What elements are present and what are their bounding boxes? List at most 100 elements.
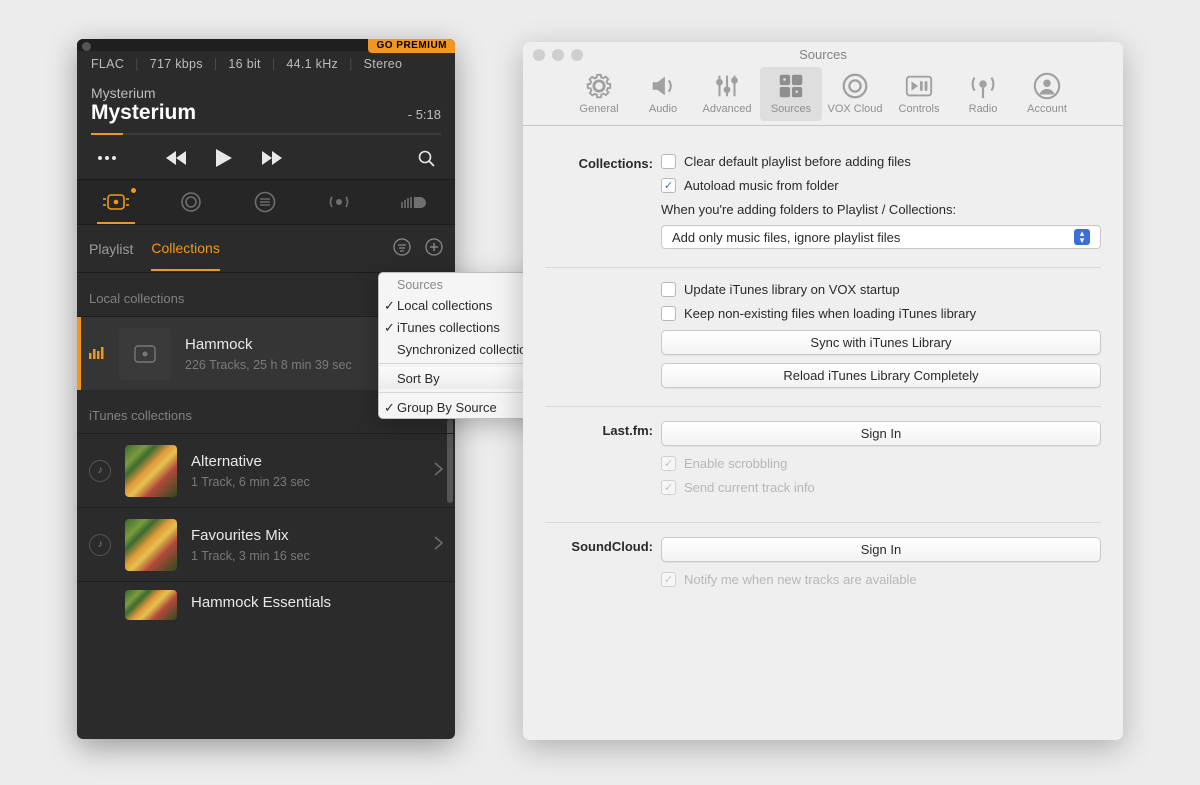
checkbox-keep-nonexisting[interactable]: Keep non-existing files when loading iTu… bbox=[661, 306, 1101, 321]
section-lastfm-label: Last.fm: bbox=[545, 421, 661, 504]
source-tab-queue-icon[interactable] bbox=[248, 180, 282, 224]
chevron-right-icon bbox=[434, 536, 443, 553]
checkbox-label: Send current track info bbox=[684, 480, 815, 495]
progress-fill bbox=[91, 133, 123, 135]
checkbox-icon: ✓ bbox=[661, 178, 676, 193]
player-titlebar[interactable]: GO PREMIUM bbox=[77, 39, 455, 51]
checkbox-label: Notify me when new tracks are available bbox=[684, 572, 917, 587]
tab-label: Account bbox=[1027, 103, 1067, 115]
checkbox-icon: ✓ bbox=[661, 572, 676, 587]
checkbox-label: Clear default playlist before adding fil… bbox=[684, 154, 911, 169]
helper-text: When you're adding folders to Playlist /… bbox=[661, 202, 1101, 217]
select-stepper-icon: ▴▾ bbox=[1074, 229, 1090, 245]
checkbox-label: Enable scrobbling bbox=[684, 456, 787, 471]
source-tab-radio-icon[interactable] bbox=[322, 180, 356, 224]
close-dot-icon[interactable] bbox=[82, 42, 91, 51]
tab-label: Controls bbox=[899, 103, 940, 115]
tab-collections[interactable]: Collections bbox=[151, 227, 219, 271]
checkbox-clear-default[interactable]: Clear default playlist before adding fil… bbox=[661, 154, 1101, 169]
artist-label: Mysterium bbox=[91, 85, 441, 101]
audio-meta-row: FLAC| 717 kbps| 16 bit| 44.1 kHz| Stereo bbox=[77, 51, 455, 71]
chevron-right-icon bbox=[434, 462, 443, 479]
soundcloud-signin-button[interactable]: Sign In bbox=[661, 537, 1101, 562]
samplerate-label: 44.1 kHz bbox=[286, 57, 338, 71]
music-note-icon: ♪ bbox=[89, 460, 111, 482]
album-art-icon bbox=[125, 445, 177, 497]
checkbox-label: Keep non-existing files when loading iTu… bbox=[684, 306, 976, 321]
checkbox-send-track-info: ✓ Send current track info bbox=[661, 480, 1101, 495]
search-icon[interactable] bbox=[418, 150, 435, 167]
tab-label: Advanced bbox=[703, 103, 752, 115]
checkbox-icon bbox=[661, 154, 676, 169]
more-actions-icon[interactable] bbox=[97, 155, 117, 161]
track-title: Mysterium bbox=[91, 101, 196, 125]
tab-playlist[interactable]: Playlist bbox=[89, 228, 133, 270]
lastfm-signin-button[interactable]: Sign In bbox=[661, 421, 1101, 446]
progress-bar[interactable] bbox=[91, 133, 441, 135]
tab-label: General bbox=[579, 103, 618, 115]
update-dot-icon bbox=[131, 188, 136, 193]
source-tabs bbox=[77, 179, 455, 225]
section-soundcloud-label: SoundCloud: bbox=[545, 537, 661, 596]
time-remaining: - 5:18 bbox=[408, 107, 441, 122]
select-value: Add only music files, ignore playlist fi… bbox=[672, 230, 900, 245]
filter-icon[interactable] bbox=[393, 238, 411, 259]
tab-label: Radio bbox=[969, 103, 998, 115]
tab-sources[interactable]: Sources bbox=[760, 67, 822, 121]
previous-track-icon[interactable] bbox=[166, 151, 186, 165]
collection-title: Alternative bbox=[191, 453, 434, 470]
checkbox-label: Update iTunes library on VOX startup bbox=[684, 282, 900, 297]
tab-label: VOX Cloud bbox=[827, 103, 882, 115]
tab-general[interactable]: General bbox=[568, 67, 630, 121]
channels-label: Stereo bbox=[364, 57, 403, 71]
go-premium-badge[interactable]: GO PREMIUM bbox=[368, 39, 455, 53]
next-track-icon[interactable] bbox=[262, 151, 282, 165]
tab-label: Audio bbox=[649, 103, 677, 115]
checkbox-enable-scrobbling: ✓ Enable scrobbling bbox=[661, 456, 1101, 471]
source-tab-soundcloud-icon[interactable] bbox=[395, 180, 435, 224]
bitdepth-label: 16 bit bbox=[228, 57, 260, 71]
checkbox-icon: ✓ bbox=[661, 480, 676, 495]
checkbox-label: Autoload music from folder bbox=[684, 178, 839, 193]
collection-subtitle: 1 Track, 6 min 23 sec bbox=[191, 475, 434, 489]
album-art-icon bbox=[125, 590, 177, 620]
checkbox-icon: ✓ bbox=[661, 456, 676, 471]
music-note-icon: ♪ bbox=[89, 534, 111, 556]
menu-item-label: Sort By bbox=[397, 371, 440, 386]
collection-title: Hammock Essentials bbox=[191, 594, 443, 611]
tab-label: Sources bbox=[771, 103, 811, 115]
collection-row[interactable]: ♪ Favourites Mix 1 Track, 3 min 16 sec bbox=[77, 507, 455, 581]
now-playing-icon bbox=[89, 345, 109, 362]
collection-title: Favourites Mix bbox=[191, 527, 434, 544]
add-icon[interactable] bbox=[425, 238, 443, 259]
collection-row[interactable]: ♪ Alternative 1 Track, 6 min 23 sec bbox=[77, 433, 455, 507]
tab-controls[interactable]: Controls bbox=[888, 67, 950, 121]
collection-subtitle: 1 Track, 3 min 16 sec bbox=[191, 549, 434, 563]
album-art-icon bbox=[125, 519, 177, 571]
checkbox-update-itunes[interactable]: Update iTunes library on VOX startup bbox=[661, 282, 1101, 297]
checkbox-icon bbox=[661, 282, 676, 297]
format-label: FLAC bbox=[91, 57, 124, 71]
traffic-lights[interactable] bbox=[533, 49, 583, 61]
checkbox-notify-new-tracks: ✓ Notify me when new tracks are availabl… bbox=[661, 572, 1101, 587]
window-title: Sources bbox=[799, 47, 847, 62]
tab-advanced[interactable]: Advanced bbox=[696, 67, 758, 121]
collection-row[interactable]: ♪ Hammock Essentials bbox=[77, 581, 455, 627]
preferences-window: Sources General Audio Advanced Sources V… bbox=[523, 42, 1123, 740]
prefs-toolbar: General Audio Advanced Sources VOX Cloud… bbox=[523, 67, 1123, 126]
source-tab-collections-icon[interactable] bbox=[97, 180, 135, 224]
reload-itunes-button[interactable]: Reload iTunes Library Completely bbox=[661, 363, 1101, 388]
tab-audio[interactable]: Audio bbox=[632, 67, 694, 121]
bitrate-label: 717 kbps bbox=[150, 57, 203, 71]
tab-radio[interactable]: Radio bbox=[952, 67, 1014, 121]
checkbox-icon bbox=[661, 306, 676, 321]
folder-add-mode-select[interactable]: Add only music files, ignore playlist fi… bbox=[661, 225, 1101, 249]
checkbox-autoload[interactable]: ✓ Autoload music from folder bbox=[661, 178, 1101, 193]
play-icon[interactable] bbox=[216, 149, 232, 167]
prefs-titlebar[interactable]: Sources bbox=[523, 42, 1123, 67]
source-tab-loop-icon[interactable] bbox=[174, 180, 208, 224]
album-art-placeholder-icon bbox=[119, 328, 171, 380]
tab-account[interactable]: Account bbox=[1016, 67, 1078, 121]
tab-vox-cloud[interactable]: VOX Cloud bbox=[824, 67, 886, 121]
sync-itunes-button[interactable]: Sync with iTunes Library bbox=[661, 330, 1101, 355]
